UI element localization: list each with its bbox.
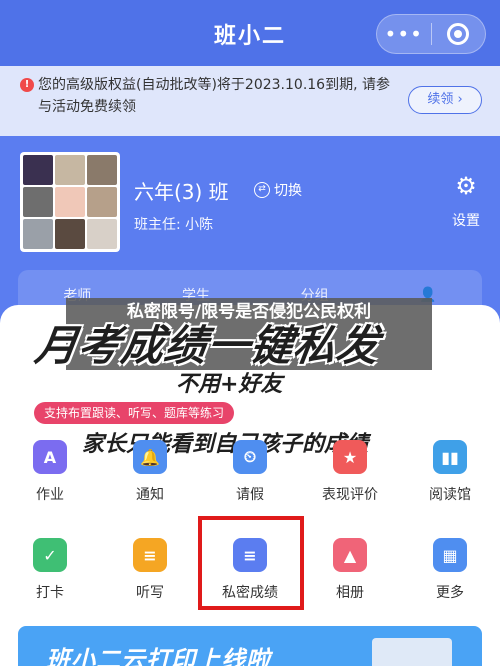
books-icon: ▮▮ (433, 440, 467, 474)
grid-label: 作业 (36, 487, 64, 503)
settings-label: 设置 (452, 213, 480, 229)
album-icon: ▲ (333, 538, 367, 572)
grid-label: 请假 (236, 487, 264, 503)
settings-button[interactable]: ⚙ 设置 (444, 172, 488, 230)
avatar (87, 219, 117, 249)
switch-class-button[interactable]: ⇄ 切换 (254, 180, 302, 200)
checkin-icon: ✓ (33, 538, 67, 572)
avatar (87, 155, 117, 185)
grid-album[interactable]: ▲ 相册 (310, 538, 390, 602)
class-card: 六年(3) 班 ⇄ 切换 班主任: 小陈 ⚙ 设置 (0, 136, 500, 286)
grid-label: 更多 (436, 585, 464, 601)
avatar (23, 155, 53, 185)
class-avatar[interactable] (20, 152, 120, 252)
class-name: 六年(3) 班 (134, 180, 229, 204)
bell-icon: 🔔 (133, 440, 167, 474)
expiry-notice: ! 您的高级版权益(自动批改等)将于2023.10.16到期, 请参与活动免费续… (0, 66, 500, 136)
avatar (23, 219, 53, 249)
avatar (55, 187, 85, 217)
grid-dictation[interactable]: ≡ 听写 (110, 538, 190, 602)
homework-icon: A (33, 440, 67, 474)
grid-label: 相册 (336, 585, 364, 601)
avatar (55, 219, 85, 249)
cloud-print-banner[interactable]: 班小二云打印上线啦 (18, 626, 482, 666)
avatar (23, 187, 53, 217)
slogan-sub: 不用+好友 (176, 372, 283, 397)
news-headline: 私密限号/限号是否侵犯公民权利 (126, 302, 372, 322)
grid-notice[interactable]: 🔔 通知 (110, 440, 190, 504)
title-bar: 班小二 ••• (0, 0, 500, 66)
grid-reading[interactable]: ▮▮ 阅读馆 (410, 440, 490, 504)
calendar-icon: ⏲ (233, 440, 267, 474)
notice-text: 您的高级版权益(自动批改等)将于2023.10.16到期, 请参与活动免费续领 (38, 77, 390, 115)
highlight-box (198, 516, 304, 610)
grid-homework[interactable]: A 作业 (10, 440, 90, 504)
switch-label: 切换 (274, 183, 302, 199)
mini-program-capsule: ••• (376, 14, 486, 54)
more-grid-icon: ▦ (433, 538, 467, 572)
head-teacher: 班主任: 小陈 (134, 217, 214, 233)
grid-evaluation[interactable]: ★ 表现评价 (310, 440, 390, 504)
evaluation-icon: ★ (333, 440, 367, 474)
grid-label: 听写 (136, 585, 164, 601)
more-menu-button[interactable]: ••• (377, 22, 431, 46)
avatar (87, 187, 117, 217)
grid-label: 打卡 (36, 585, 64, 601)
grid-leave[interactable]: ⏲ 请假 (210, 440, 290, 504)
grid-checkin[interactable]: ✓ 打卡 (10, 538, 90, 602)
grid-label: 阅读馆 (429, 487, 471, 503)
target-icon (447, 23, 470, 45)
printer-icon (372, 638, 452, 666)
grid-label: 通知 (136, 487, 164, 503)
close-program-button[interactable] (431, 23, 485, 45)
alert-icon: ! (20, 78, 34, 92)
dictation-icon: ≡ (133, 538, 167, 572)
grid-label: 表现评价 (322, 487, 378, 503)
avatar (55, 155, 85, 185)
gear-icon: ⚙ (455, 172, 477, 200)
promo-text: 班小二云打印上线啦 (46, 646, 271, 666)
feature-tag: 支持布置跟读、听写、题库等练习 (34, 402, 235, 424)
renew-button[interactable]: 续领 › (408, 86, 482, 114)
grid-more[interactable]: ▦ 更多 (410, 538, 490, 602)
switch-icon: ⇄ (254, 182, 270, 198)
